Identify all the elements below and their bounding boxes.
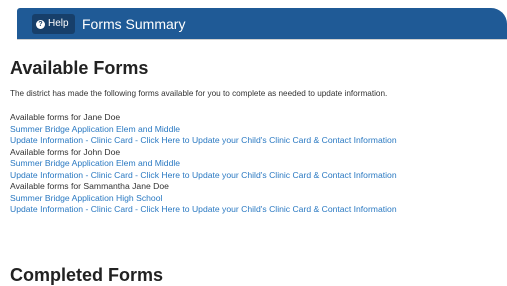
help-button[interactable]: ? Help (32, 14, 75, 34)
available-forms-intro: The district has made the following form… (10, 89, 388, 98)
help-button-label: Help (48, 18, 69, 29)
form-link-clinic-card[interactable]: Update Information - Clinic Card - Click… (10, 204, 500, 216)
forms-group-sammantha-jane-doe: Available forms for Sammantha Jane Doe S… (10, 181, 500, 216)
form-link-clinic-card[interactable]: Update Information - Clinic Card - Click… (10, 170, 500, 182)
group-label: Available forms for Jane Doe (10, 112, 121, 122)
forms-group-john-doe: Available forms for John Doe Summer Brid… (10, 147, 500, 182)
forms-group-jane-doe: Available forms for Jane Doe Summer Brid… (10, 112, 500, 147)
main-content: Available Forms The district has made th… (10, 56, 500, 216)
page-header: ? Help Forms Summary (0, 0, 507, 48)
form-link-summer-bridge[interactable]: Summer Bridge Application Elem and Middl… (10, 124, 500, 136)
question-circle-icon: ? (36, 19, 45, 29)
available-forms-heading: Available Forms (10, 58, 149, 78)
group-label: Available forms for John Doe (10, 146, 121, 157)
page-title: Forms Summary (82, 16, 186, 32)
form-link-clinic-card[interactable]: Update Information - Clinic Card - Click… (10, 135, 500, 147)
form-link-summer-bridge-high-school[interactable]: Summer Bridge Application High School (10, 193, 500, 205)
group-label: Available forms for Sammantha Jane Doe (10, 181, 169, 191)
form-link-summer-bridge[interactable]: Summer Bridge Application Elem and Middl… (10, 158, 500, 170)
